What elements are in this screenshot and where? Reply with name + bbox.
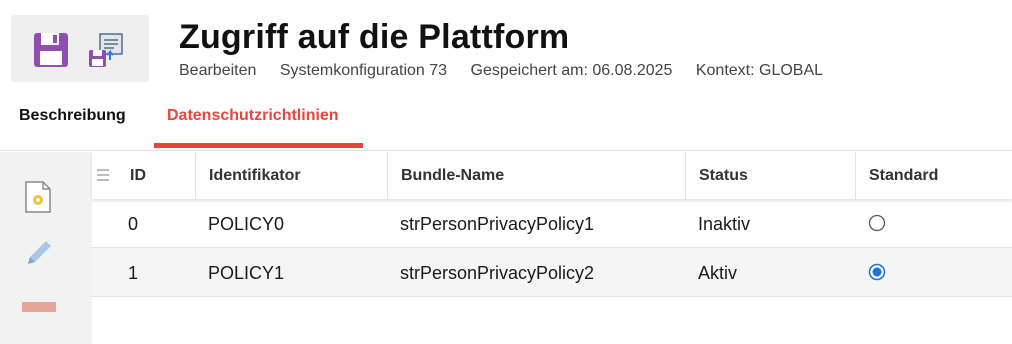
column-menu-handle[interactable] bbox=[92, 152, 116, 199]
meta-config: Systemkonfiguration 73 bbox=[279, 62, 448, 79]
page-meta: Bearbeiten Systemkonfiguration 73 Gespei… bbox=[179, 62, 842, 80]
table-row[interactable]: 1 POLICY1 strPersonPrivacyPolicy2 Aktiv bbox=[92, 248, 1012, 297]
remove-icon[interactable] bbox=[22, 300, 56, 314]
save-export-icon[interactable] bbox=[86, 30, 126, 70]
column-header-standard[interactable]: Standard bbox=[856, 152, 1012, 199]
standard-radio[interactable] bbox=[868, 214, 886, 232]
cell-bundle-name: strPersonPrivacyPolicy2 bbox=[400, 263, 595, 283]
cell-id: 1 bbox=[128, 263, 139, 283]
tab-beschreibung[interactable]: Beschreibung bbox=[19, 107, 126, 125]
floppy-disk-icon[interactable] bbox=[31, 30, 71, 70]
new-document-icon[interactable] bbox=[24, 180, 52, 214]
tab-datenschutzrichtlinien[interactable]: Datenschutzrichtlinien bbox=[167, 107, 339, 125]
meta-context: Kontext: GLOBAL bbox=[695, 62, 824, 79]
standard-radio-selected[interactable] bbox=[868, 263, 886, 281]
table-header: ID Identifikator Bundle-Name Status Stan… bbox=[92, 152, 1012, 199]
policies-table: ID Identifikator Bundle-Name Status Stan… bbox=[92, 152, 1012, 297]
meta-mode: Bearbeiten bbox=[179, 62, 257, 79]
toolbar bbox=[11, 15, 149, 82]
column-header-identifikator[interactable]: Identifikator bbox=[196, 152, 388, 199]
cell-identifikator: POLICY1 bbox=[208, 263, 285, 283]
cell-standard bbox=[868, 214, 886, 232]
meta-saved: Gespeichert am: 06.08.2025 bbox=[470, 62, 673, 79]
pencil-icon[interactable] bbox=[22, 236, 56, 270]
page-title: Zugriff auf die Plattform bbox=[179, 18, 570, 56]
column-header-bundle-name[interactable]: Bundle-Name bbox=[388, 152, 686, 199]
column-header-id[interactable]: ID bbox=[116, 152, 196, 199]
drag-handle-icon bbox=[97, 169, 109, 181]
cell-status: Inaktiv bbox=[698, 214, 751, 234]
action-sidebar bbox=[0, 152, 92, 344]
active-tab-indicator bbox=[154, 143, 363, 148]
column-header-status[interactable]: Status bbox=[686, 152, 856, 199]
cell-standard bbox=[868, 263, 886, 281]
table-row[interactable]: 0 POLICY0 strPersonPrivacyPolicy1 Inakti… bbox=[92, 199, 1012, 248]
cell-bundle-name: strPersonPrivacyPolicy1 bbox=[400, 214, 595, 234]
cell-status: Aktiv bbox=[698, 263, 738, 283]
cell-id: 0 bbox=[128, 214, 139, 234]
cell-identifikator: POLICY0 bbox=[208, 214, 285, 234]
tab-bar: Beschreibung Datenschutzrichtlinien bbox=[0, 96, 1012, 151]
